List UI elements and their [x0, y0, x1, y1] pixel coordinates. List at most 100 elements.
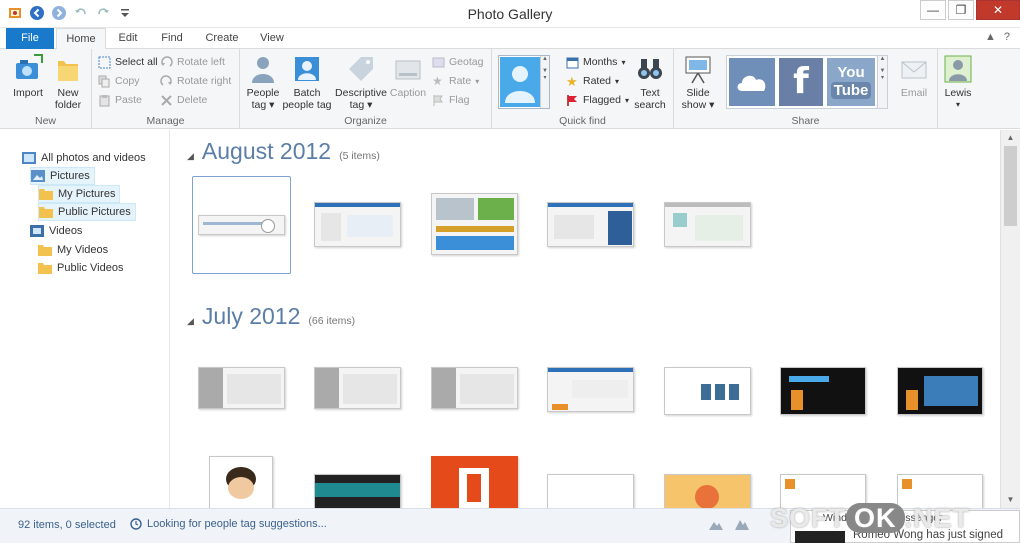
- caption-button[interactable]: Caption: [388, 53, 428, 99]
- text-search-label-2: search: [634, 99, 666, 111]
- share-gallery: f You Tube ▲ ▼ ▾: [726, 55, 888, 109]
- batch-label-2: people tag: [282, 99, 332, 111]
- selection-count: 92 items, 0 selected: [18, 519, 116, 531]
- restore-button[interactable]: ❐: [948, 0, 974, 20]
- collapse-ribbon-icon[interactable]: ▲: [985, 31, 996, 43]
- nav-videos[interactable]: Videos: [30, 222, 82, 240]
- people-tag-button[interactable]: People tag ▾: [244, 53, 282, 111]
- slide-show-button[interactable]: Slide show ▾: [678, 53, 718, 111]
- nav-pictures[interactable]: Pictures: [30, 167, 95, 185]
- slide-show-label-1: Slide: [686, 87, 710, 99]
- photo-thumbnail[interactable]: [547, 202, 634, 247]
- photo-thumbnail[interactable]: [664, 202, 751, 247]
- photo-thumbnail[interactable]: [314, 474, 401, 508]
- batch-people-tag-button[interactable]: Batch people tag: [282, 53, 332, 111]
- photo-thumbnail[interactable]: [198, 367, 285, 409]
- videos-library-icon: [30, 225, 44, 237]
- email-button[interactable]: Email: [894, 53, 934, 99]
- section-header-july[interactable]: ◢ July 2012 (66 items): [187, 303, 355, 330]
- photo-thumbnail[interactable]: [547, 367, 634, 412]
- photo-thumbnail[interactable]: [209, 456, 273, 508]
- binoculars-icon: [634, 53, 666, 85]
- photo-thumbnail[interactable]: [431, 367, 518, 409]
- select-all-button[interactable]: Select all: [98, 53, 158, 71]
- paste-button[interactable]: Paste: [98, 91, 142, 109]
- geotag-button[interactable]: Geotag: [432, 53, 483, 71]
- gallery-scroll[interactable]: ▲ ▼ ▾: [540, 56, 549, 108]
- vertical-scrollbar[interactable]: ▲ ▼: [1000, 130, 1020, 508]
- flagged-button[interactable]: Flagged ▾: [566, 91, 629, 109]
- photo-thumbnail[interactable]: [547, 474, 634, 508]
- youtube-icon[interactable]: You Tube: [827, 58, 875, 106]
- tab-home[interactable]: Home: [56, 28, 106, 50]
- rotate-left-icon: [161, 55, 173, 67]
- descriptive-tag-button[interactable]: Descriptive tag ▾: [334, 53, 388, 111]
- tab-view[interactable]: View: [252, 28, 292, 49]
- window-controls: — ❐ ✕: [918, 0, 1020, 20]
- photo-thumbnail[interactable]: [314, 202, 401, 247]
- scroll-down-icon[interactable]: ▼: [1001, 492, 1020, 508]
- paste-icon: [99, 94, 110, 106]
- descriptive-label-2: tag ▾: [349, 99, 373, 111]
- import-button[interactable]: Import: [6, 53, 50, 99]
- person-icon: [247, 53, 279, 85]
- photo-thumbnail[interactable]: [780, 367, 866, 415]
- photo-thumbnail[interactable]: [198, 215, 285, 235]
- nav-label: Public Pictures: [58, 206, 131, 218]
- scroll-thumb[interactable]: [1004, 146, 1017, 226]
- photo-thumbnail[interactable]: [897, 367, 983, 415]
- nav-public-videos[interactable]: Public Videos: [38, 259, 123, 277]
- section-header-august[interactable]: ◢ August 2012 (5 items): [187, 138, 380, 165]
- rate-button[interactable]: ★ Rate ▾: [432, 72, 479, 90]
- tab-file[interactable]: File: [6, 28, 54, 49]
- photo-thumbnail[interactable]: [431, 193, 518, 255]
- text-search-button[interactable]: Text search: [630, 53, 670, 111]
- watermark-logo: SOFT OK .NET: [770, 503, 970, 534]
- nav-my-pictures[interactable]: My Pictures: [38, 185, 121, 203]
- nav-all-photos-and-videos[interactable]: All photos and videos: [22, 149, 146, 167]
- ribbon-help-area: ▲ ?: [985, 31, 1010, 43]
- tab-find[interactable]: Find: [152, 28, 192, 49]
- zoom-in-icon[interactable]: [734, 517, 750, 531]
- share-gallery-scroll[interactable]: ▲ ▼ ▾: [877, 56, 887, 108]
- close-button[interactable]: ✕: [976, 0, 1020, 20]
- new-folder-button[interactable]: New folder: [48, 53, 88, 111]
- descriptive-label-2-text: tag: [349, 99, 365, 111]
- rated-button[interactable]: ★ Rated ▾: [566, 72, 619, 90]
- group-share: Slide show ▾ f You Tube ▲ ▼ ▾ Email Share: [674, 49, 938, 129]
- nav-public-pictures[interactable]: Public Pictures: [38, 203, 136, 221]
- camera-import-icon: [12, 53, 44, 85]
- people-filter-gallery[interactable]: ▲ ▼ ▾: [498, 55, 550, 109]
- tab-edit[interactable]: Edit: [108, 28, 148, 49]
- months-button[interactable]: Months ▾: [566, 53, 625, 71]
- collapse-triangle-icon[interactable]: ◢: [187, 151, 194, 162]
- copy-button[interactable]: Copy: [98, 72, 140, 90]
- help-icon[interactable]: ?: [1004, 31, 1010, 43]
- facebook-icon[interactable]: f: [779, 58, 823, 106]
- navigation-pane: All photos and videos Pictures My Pictur…: [0, 130, 170, 508]
- photo-thumbnail[interactable]: [431, 456, 518, 508]
- flag-button[interactable]: Flag: [432, 91, 469, 109]
- onedrive-icon[interactable]: [729, 58, 775, 106]
- batch-tag-icon: [291, 53, 323, 85]
- minimize-button[interactable]: —: [920, 0, 946, 20]
- photo-thumbnail[interactable]: [314, 367, 401, 409]
- photo-thumbnail[interactable]: [664, 474, 751, 508]
- photo-thumbnail[interactable]: [664, 367, 751, 415]
- select-all-label: Select all: [115, 56, 158, 68]
- tab-create[interactable]: Create: [198, 28, 246, 49]
- rotate-left-label: Rotate left: [177, 56, 225, 68]
- collapse-triangle-icon[interactable]: ◢: [187, 316, 194, 327]
- account-button[interactable]: Lewis ▾: [940, 53, 976, 111]
- nav-my-videos[interactable]: My Videos: [38, 241, 108, 259]
- group-manage-label: Manage: [146, 115, 185, 127]
- rotate-left-button[interactable]: Rotate left: [160, 53, 225, 71]
- group-quick-find: ▲ ▼ ▾ Months ▾ ★ Rated ▾ Flagged ▾ Text searc…: [492, 49, 674, 129]
- rate-label: Rate: [449, 75, 472, 87]
- descriptive-label-1: Descriptive: [335, 87, 387, 99]
- globe-icon: [432, 57, 445, 67]
- delete-button[interactable]: Delete: [160, 91, 207, 109]
- scroll-up-icon[interactable]: ▲: [1001, 130, 1020, 146]
- rotate-right-button[interactable]: Rotate right: [160, 72, 231, 90]
- zoom-out-icon[interactable]: [708, 517, 724, 531]
